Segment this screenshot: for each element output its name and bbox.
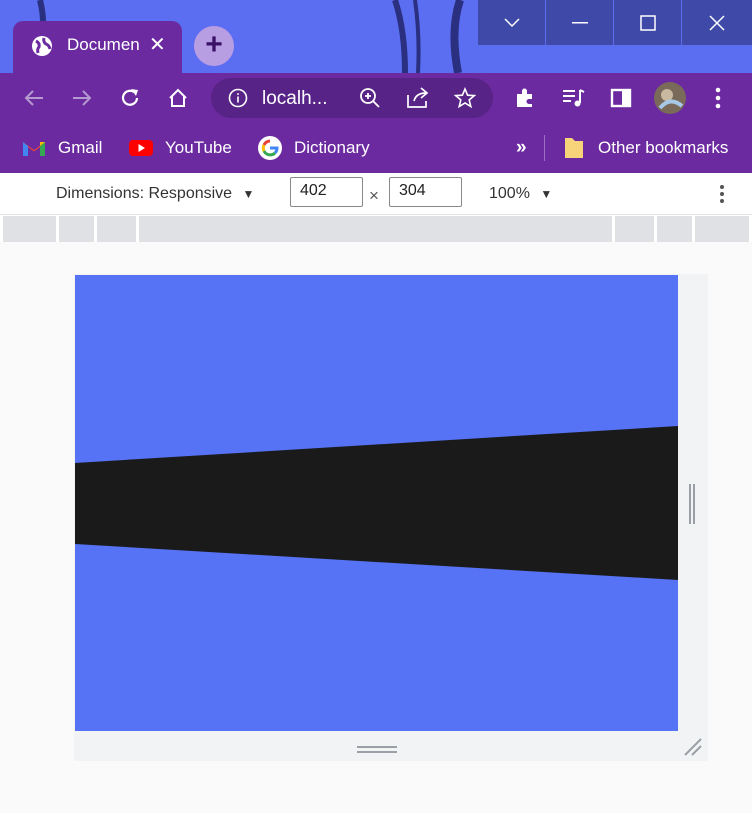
home-button[interactable] — [163, 83, 193, 113]
tab-title: Document — [67, 35, 139, 54]
media-query-ruler[interactable] — [3, 216, 749, 242]
bookmarks-overflow-button[interactable]: » — [516, 135, 527, 161]
maximize-icon — [639, 14, 656, 31]
maximize-button[interactable] — [613, 0, 681, 45]
close-window-button[interactable] — [681, 0, 752, 45]
device-toolbar-more-button[interactable] — [718, 183, 726, 210]
minimize-icon — [571, 21, 588, 23]
dimensions-dropdown[interactable]: Dimensions: Responsive ▼ — [56, 185, 254, 203]
bookmarks-bar: Gmail YouTube Dictionary » Other bookmar… — [0, 123, 752, 173]
new-tab-button[interactable]: + — [194, 26, 234, 66]
youtube-icon — [129, 136, 153, 160]
bottom-resize-handle[interactable] — [357, 742, 397, 753]
bookmark-label: Dictionary — [294, 138, 370, 157]
tab-close-button[interactable]: ✕ — [149, 33, 166, 57]
folder-icon — [562, 136, 586, 160]
side-panel-button[interactable] — [606, 83, 636, 113]
back-button[interactable] — [19, 83, 49, 113]
bookmark-youtube[interactable]: YouTube — [129, 135, 232, 161]
minimize-button[interactable] — [545, 0, 613, 45]
home-icon — [169, 88, 187, 107]
media-controls-button[interactable] — [558, 83, 588, 113]
more-vertical-icon — [720, 185, 724, 203]
height-input[interactable]: 304 — [389, 177, 462, 207]
extensions-button[interactable] — [510, 83, 540, 113]
times-symbol: × — [369, 186, 379, 205]
gmail-icon — [22, 136, 46, 160]
forward-arrow-icon — [73, 90, 92, 106]
close-icon — [709, 14, 725, 31]
bookmark-label: YouTube — [165, 138, 232, 157]
bookmarks-divider — [544, 135, 545, 161]
reload-button[interactable] — [115, 83, 145, 113]
search-tabs-button[interactable] — [477, 0, 545, 45]
profile-avatar[interactable] — [653, 81, 687, 115]
side-panel-icon — [610, 88, 632, 108]
url-text[interactable]: localh... — [262, 88, 327, 110]
zoom-icon[interactable] — [359, 87, 381, 109]
zoom-dropdown[interactable]: 100% ▼ — [489, 185, 552, 203]
bookmark-label: Gmail — [58, 138, 103, 157]
page-canvas — [75, 426, 678, 580]
corner-resize-handle[interactable] — [683, 737, 703, 757]
forward-button[interactable] — [67, 83, 97, 113]
grip-horizontal-icon — [357, 746, 397, 753]
bookmark-star-icon[interactable] — [454, 87, 476, 109]
other-bookmarks-folder[interactable]: Other bookmarks — [562, 135, 728, 161]
resize-corner-icon — [684, 738, 702, 756]
browser-toolbar: localh... — [0, 73, 752, 123]
bookmark-dictionary[interactable]: Dictionary — [258, 135, 370, 161]
right-resize-handle[interactable] — [687, 484, 697, 524]
grip-vertical-icon — [689, 484, 695, 524]
chevron-down-icon — [503, 17, 520, 27]
puzzle-icon — [517, 88, 532, 107]
reload-icon — [121, 89, 139, 106]
title-bar: Document ✕ + — [0, 0, 752, 73]
caret-down-icon: ▼ — [242, 187, 255, 201]
playlist-music-icon — [563, 89, 585, 107]
other-bookmarks-label: Other bookmarks — [598, 138, 729, 157]
back-arrow-icon — [24, 90, 43, 106]
share-icon[interactable] — [406, 87, 430, 109]
menu-button[interactable] — [703, 83, 733, 113]
page-viewport — [75, 275, 678, 731]
bookmark-gmail[interactable]: Gmail — [22, 135, 102, 161]
avatar-icon — [654, 82, 686, 114]
info-icon[interactable] — [228, 88, 248, 108]
caret-down-icon: ▼ — [540, 187, 553, 201]
zoom-label: 100% — [489, 185, 530, 202]
device-toolbar: Dimensions: Responsive ▼ 402 × 304 100% … — [0, 174, 752, 215]
google-icon — [258, 136, 282, 160]
dark-stripe — [75, 426, 678, 580]
address-bar[interactable]: localh... — [211, 78, 493, 118]
dimensions-label: Dimensions: Responsive — [56, 185, 233, 202]
more-vertical-icon — [715, 87, 721, 109]
globe-icon — [32, 36, 52, 56]
width-input[interactable]: 402 — [290, 177, 363, 207]
tab-document[interactable]: Document ✕ — [13, 21, 182, 73]
